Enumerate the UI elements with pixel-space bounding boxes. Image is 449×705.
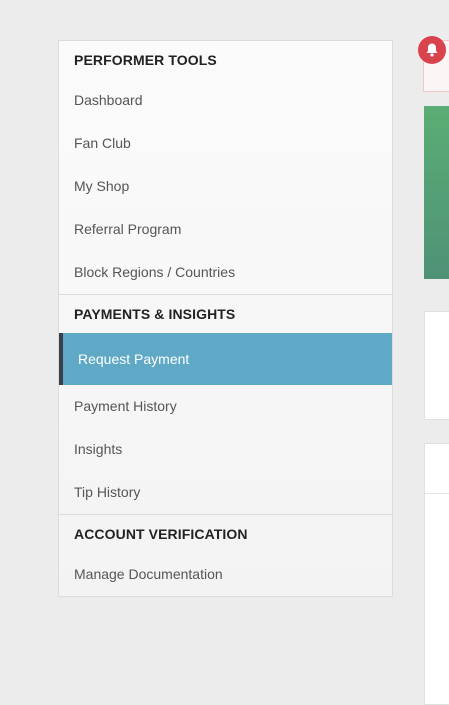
content-panel (424, 443, 449, 705)
panel-divider (425, 493, 449, 494)
stats-card (424, 106, 449, 279)
sidebar-item-dashboard[interactable]: Dashboard (59, 79, 392, 122)
sidebar-item-tip-history[interactable]: Tip History (59, 471, 392, 514)
bell-icon[interactable] (418, 36, 446, 64)
sidebar-item-request-payment[interactable]: Request Payment (59, 333, 392, 385)
sidebar-item-block-regions[interactable]: Block Regions / Countries (59, 251, 392, 294)
bell-icon-glyph (426, 43, 438, 57)
sidebar-item-my-shop[interactable]: My Shop (59, 165, 392, 208)
content-card (424, 311, 449, 420)
sidebar-item-payment-history[interactable]: Payment History (59, 385, 392, 428)
sidebar-item-insights[interactable]: Insights (59, 428, 392, 471)
sidebar-item-fan-club[interactable]: Fan Club (59, 122, 392, 165)
sidebar-nav: PERFORMER TOOLS Dashboard Fan Club My Sh… (58, 40, 393, 597)
sidebar-item-manage-documentation[interactable]: Manage Documentation (59, 553, 392, 596)
section-header-account-verification: ACCOUNT VERIFICATION (74, 526, 248, 542)
section-header-payments-insights: PAYMENTS & INSIGHTS (74, 306, 236, 322)
section-header-performer-tools: PERFORMER TOOLS (74, 52, 217, 68)
sidebar-item-referral-program[interactable]: Referral Program (59, 208, 392, 251)
